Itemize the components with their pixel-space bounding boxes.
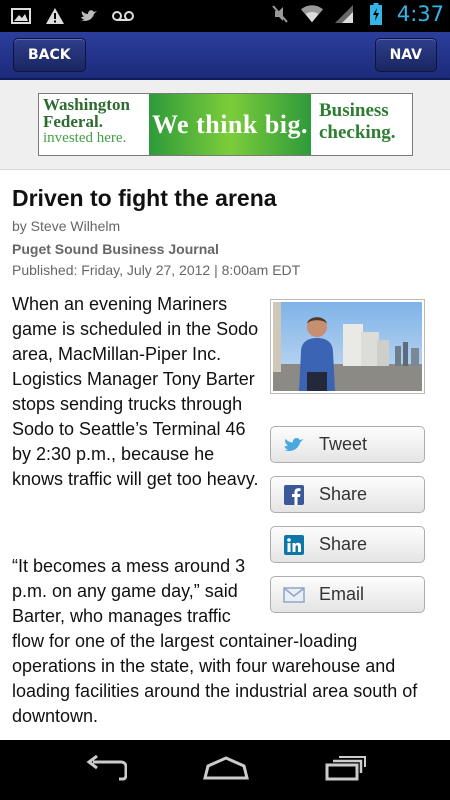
back-button[interactable]: BACK xyxy=(13,38,86,72)
status-bar: 4:37 xyxy=(0,0,450,32)
twitter-icon xyxy=(283,434,305,456)
mute-icon xyxy=(269,4,291,24)
notification-icons xyxy=(10,6,134,26)
article-byline: by Steve Wilhelm xyxy=(12,218,121,234)
signal-icon xyxy=(333,4,355,24)
recent-apps-icon[interactable] xyxy=(325,755,367,786)
ad-brand-line1: Washington xyxy=(43,95,130,114)
ad-brand-line2: Federal. xyxy=(43,112,103,131)
image-icon xyxy=(10,6,32,26)
linkedin-icon xyxy=(283,534,305,556)
ad-offer: Business checking. xyxy=(311,94,412,155)
article-paragraph: flow for one of the largest container-lo… xyxy=(12,631,418,726)
linkedin-share-button[interactable]: Share xyxy=(270,526,425,563)
system-nav-bar xyxy=(0,740,450,800)
clock-time: 4:37 xyxy=(396,2,444,26)
article-publication: Puget Sound Business Journal xyxy=(12,241,219,257)
ad-banner[interactable]: Washington Federal. invested here. We th… xyxy=(38,93,413,156)
email-icon xyxy=(283,584,305,606)
warning-icon xyxy=(44,6,66,26)
facebook-share-label: Share xyxy=(319,484,368,504)
voicemail-icon xyxy=(112,6,134,26)
home-nav-icon[interactable] xyxy=(202,755,250,785)
system-icons: 4:37 xyxy=(269,2,444,26)
article-photo[interactable] xyxy=(270,299,425,394)
email-button[interactable]: Email xyxy=(270,576,425,613)
article-paragraph: “It becomes a mess around 3 p.m. on any … xyxy=(12,556,246,626)
email-label: Email xyxy=(319,584,365,604)
ad-slogan: We think big. xyxy=(149,94,311,155)
linkedin-share-label: Share xyxy=(319,534,368,554)
ad-offer-line1: Business xyxy=(319,100,389,121)
tweet-label: Tweet xyxy=(319,434,368,454)
facebook-share-button[interactable]: Share xyxy=(270,476,425,513)
wifi-icon xyxy=(300,4,323,24)
facebook-icon xyxy=(283,484,305,506)
back-nav-icon[interactable] xyxy=(83,754,128,786)
nav-button[interactable]: NAV xyxy=(374,38,437,72)
tweet-button[interactable]: Tweet xyxy=(270,426,425,463)
battery-icon xyxy=(365,3,387,25)
ad-container: Washington Federal. invested here. We th… xyxy=(0,80,450,170)
article-published-date: Published: Friday, July 27, 2012 | 8:00a… xyxy=(12,262,301,278)
twitter-icon xyxy=(78,6,100,26)
article-paragraph: When an evening Mariners game is schedul… xyxy=(12,294,259,489)
ad-brand-line3: invested here. xyxy=(43,130,127,146)
ad-brand: Washington Federal. invested here. xyxy=(39,94,149,155)
app-header: BACK NAV xyxy=(0,32,450,80)
article-title: Driven to fight the arena xyxy=(12,185,277,211)
ad-offer-line2: checking. xyxy=(319,122,396,143)
